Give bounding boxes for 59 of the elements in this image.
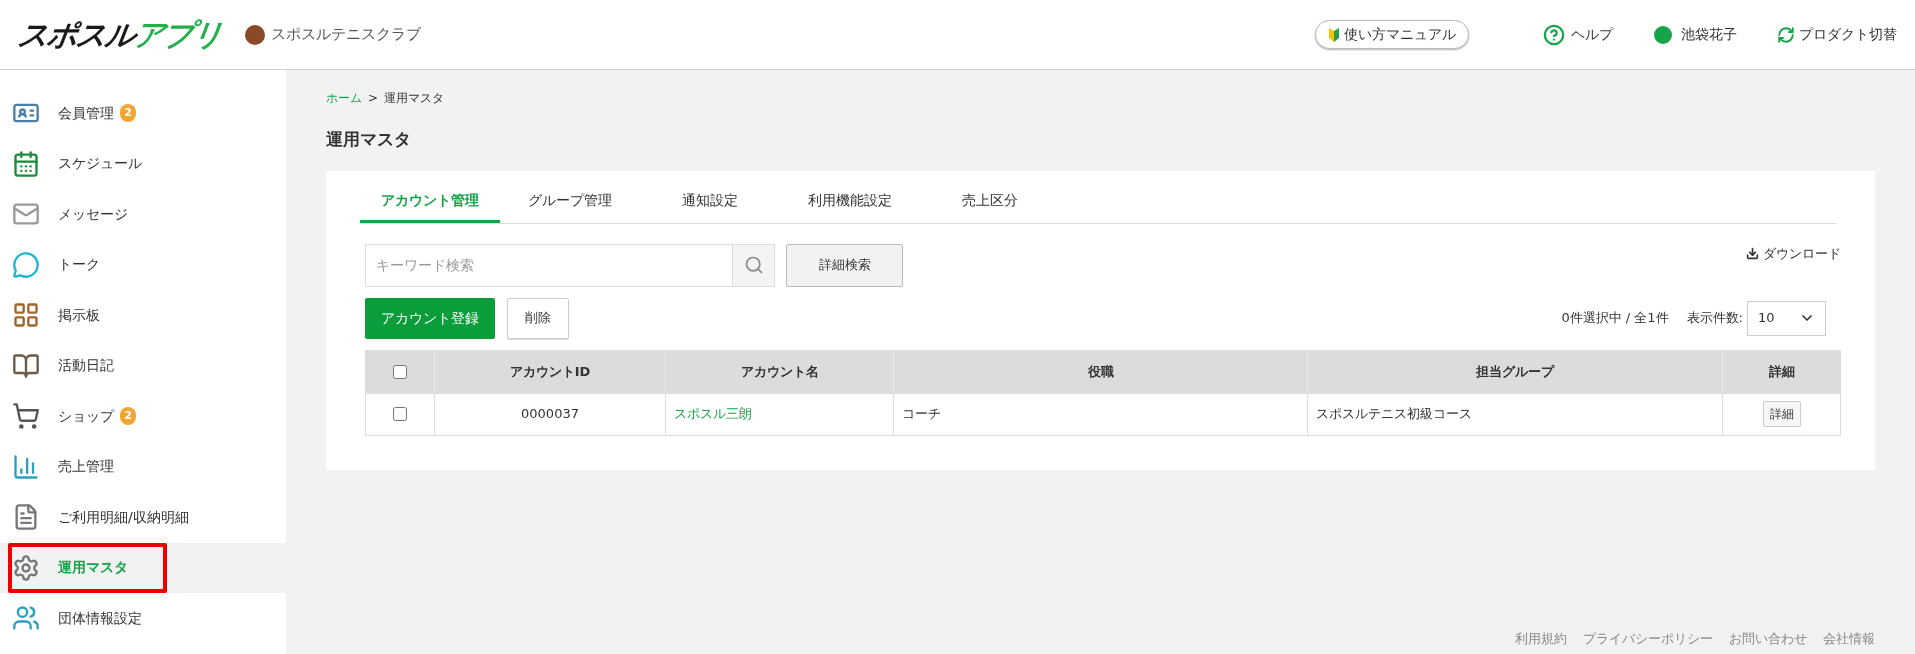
sidebar-item[interactable]: 団体情報設定: [0, 593, 286, 644]
table-cell: コーチ: [894, 393, 1308, 435]
sidebar-item[interactable]: 活動日記: [0, 340, 286, 391]
breadcrumb-text: >: [368, 90, 379, 107]
speech-bubble-icon: [12, 250, 40, 279]
detail-button[interactable]: 詳細: [1762, 401, 1801, 427]
column-header: アカウントID: [435, 350, 666, 394]
column-header: 詳細: [1767, 363, 1796, 382]
column-header: 担当グループ: [1308, 350, 1723, 394]
register-button[interactable]: アカウント登録: [365, 297, 495, 339]
club-avatar: [245, 24, 265, 45]
breadcrumb-text: 運用マスタ: [384, 90, 445, 107]
sidebar-item[interactable]: メッセージ: [0, 189, 286, 240]
help-icon: [1543, 23, 1565, 46]
column-header: アカウント名: [666, 350, 894, 394]
user-menu[interactable]: 池袋花子: [1651, 22, 1737, 47]
advanced-search-button[interactable]: 詳細検索: [786, 243, 903, 287]
tab[interactable]: 通知設定: [640, 180, 780, 223]
sidebar-item[interactable]: 会員管理 2: [0, 88, 286, 139]
beginner-mark-icon: [1328, 26, 1340, 43]
sidebar-item[interactable]: ご利用明細/収納明細: [0, 492, 286, 543]
count-badge: 2: [120, 407, 136, 426]
tab[interactable]: 売上区分: [920, 180, 1060, 223]
club-name: スポスルテニスクラブ: [271, 24, 421, 46]
sidebar-item[interactable]: スケジュール: [0, 138, 286, 189]
table-cell: スポスルテニス初級コース: [1308, 393, 1723, 435]
page-title: 運用マスタ: [326, 128, 412, 151]
product-switch-link[interactable]: プロダクト切替: [1777, 24, 1897, 45]
tab[interactable]: 利用機能設定: [780, 180, 920, 223]
tab[interactable]: グループ管理: [500, 180, 640, 223]
search-field[interactable]: キーワード検索: [365, 243, 733, 287]
app-logo[interactable]: スポスルアプリ: [15, 19, 224, 50]
select-all-checkbox[interactable]: [393, 365, 407, 379]
account-name-link[interactable]: スポスル三朗: [674, 404, 752, 424]
calendar-icon: [12, 149, 40, 178]
column-header: 役職: [894, 350, 1308, 394]
people-icon: [12, 604, 40, 633]
search-icon: [743, 255, 764, 275]
sidebar-item[interactable]: 売上管理: [0, 441, 286, 492]
manual-button[interactable]: 使い方マニュアル: [1315, 20, 1469, 49]
row-checkbox[interactable]: [393, 407, 407, 421]
page-size-label: 表示件数:: [1686, 309, 1743, 328]
search-button[interactable]: [733, 243, 775, 287]
page-size-select[interactable]: 10: [1747, 300, 1826, 336]
download-icon: [1746, 246, 1759, 260]
delete-button[interactable]: 削除: [507, 297, 569, 339]
download-link[interactable]: ダウンロード: [1746, 243, 1841, 263]
sidebar-item[interactable]: トーク: [0, 239, 286, 290]
board-icon: [12, 301, 40, 330]
count-badge: 2: [120, 104, 136, 123]
refresh-icon: [1777, 25, 1795, 44]
cart-icon: [12, 402, 40, 431]
notebook-icon: [12, 351, 40, 380]
table-cell: 0000037: [435, 393, 666, 435]
selection-count: 0件選択中 / 全1件: [1561, 309, 1669, 328]
sidebar-item[interactable]: 掲示板: [0, 290, 286, 341]
bar-chart-icon: [12, 452, 40, 481]
sidebar-item[interactable]: ショップ 2: [0, 391, 286, 442]
help-link[interactable]: ヘルプ: [1543, 23, 1613, 46]
